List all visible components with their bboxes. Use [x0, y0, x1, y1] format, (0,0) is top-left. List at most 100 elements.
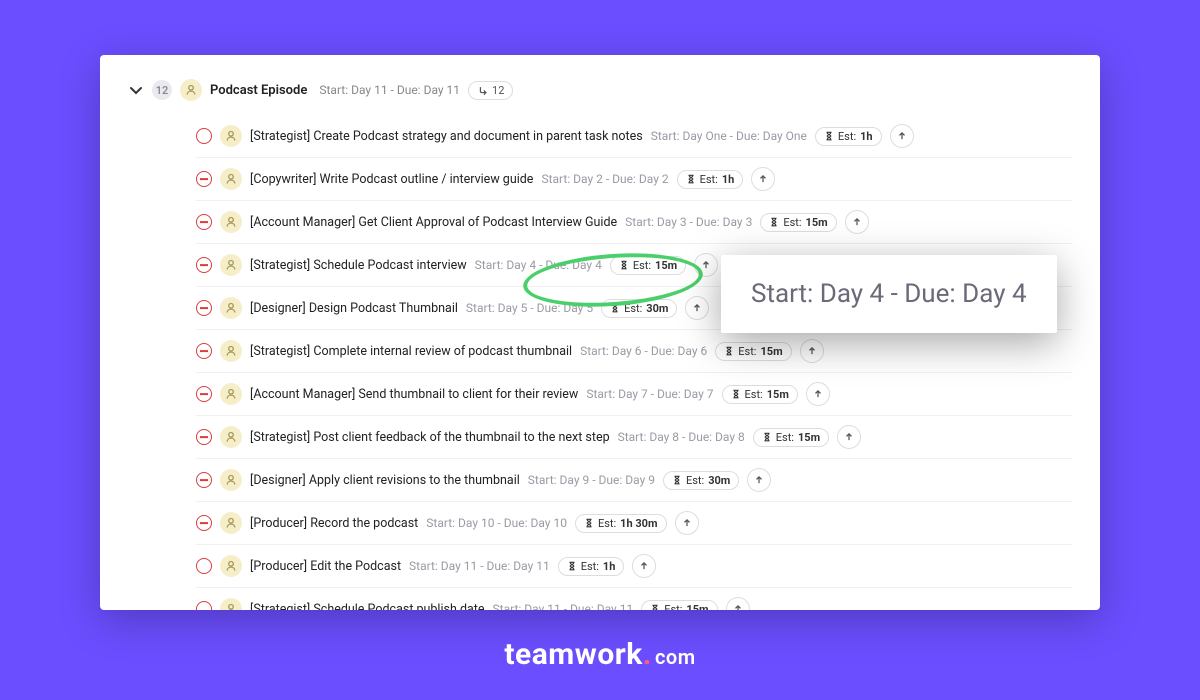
- task-title[interactable]: [Account Manager] Send thumbnail to clie…: [250, 387, 578, 402]
- complete-toggle[interactable]: [196, 429, 212, 445]
- move-up-button[interactable]: [800, 339, 824, 363]
- estimate-label: Est:: [624, 302, 642, 315]
- estimate-pill[interactable]: Est: 1h: [815, 127, 882, 146]
- task-title[interactable]: [Producer] Record the podcast: [250, 516, 418, 531]
- move-up-button[interactable]: [806, 382, 830, 406]
- complete-toggle[interactable]: [196, 128, 212, 144]
- estimate-pill[interactable]: Est: 15m: [753, 428, 829, 447]
- assignee-avatar[interactable]: [220, 469, 242, 491]
- estimate-pill[interactable]: Est: 15m: [641, 600, 717, 611]
- complete-toggle[interactable]: [196, 386, 212, 402]
- estimate-label: Est:: [686, 474, 704, 487]
- complete-toggle[interactable]: [196, 558, 212, 574]
- task-row[interactable]: [Account Manager] Send thumbnail to clie…: [196, 373, 1072, 416]
- estimate-label: Est:: [598, 517, 616, 530]
- group-dates: Start: Day 11 - Due: Day 11: [319, 83, 460, 97]
- move-up-button[interactable]: [694, 253, 718, 277]
- move-up-button[interactable]: [747, 468, 771, 492]
- teamwork-logo: teamwork.com: [504, 637, 695, 672]
- move-up-button[interactable]: [726, 597, 750, 610]
- complete-toggle[interactable]: [196, 472, 212, 488]
- task-title[interactable]: [Strategist] Schedule Podcast publish da…: [250, 602, 485, 611]
- move-up-button[interactable]: [675, 511, 699, 535]
- assignee-avatar[interactable]: [180, 79, 202, 101]
- subtask-count-chip[interactable]: 12: [468, 81, 513, 100]
- task-row[interactable]: [Strategist] Schedule Podcast publish da…: [196, 588, 1072, 610]
- estimate-pill[interactable]: Est: 1h: [558, 557, 625, 576]
- estimate-pill[interactable]: Est: 15m: [722, 385, 798, 404]
- estimate-pill[interactable]: Est: 15m: [760, 213, 836, 232]
- assignee-avatar[interactable]: [220, 512, 242, 534]
- assignee-avatar[interactable]: [220, 555, 242, 577]
- assignee-avatar[interactable]: [220, 254, 242, 276]
- task-row[interactable]: [Strategist] Complete internal review of…: [196, 330, 1072, 373]
- estimate-value: 30m: [646, 302, 668, 315]
- task-dates: Start: Day 7 - Due: Day 7: [586, 387, 713, 401]
- assignee-avatar[interactable]: [220, 297, 242, 319]
- assignee-avatar[interactable]: [220, 598, 242, 610]
- task-row[interactable]: [Strategist] Post client feedback of the…: [196, 416, 1072, 459]
- task-row[interactable]: [Producer] Edit the Podcast Start: Day 11…: [196, 545, 1072, 588]
- estimate-label: Est:: [700, 173, 718, 186]
- estimate-value: 15m: [686, 603, 708, 611]
- task-row[interactable]: [Strategist] Create Podcast strategy and…: [196, 115, 1072, 158]
- move-up-button[interactable]: [632, 554, 656, 578]
- move-up-button[interactable]: [685, 296, 709, 320]
- estimate-value: 30m: [708, 474, 730, 487]
- subtask-count-value: 12: [492, 84, 504, 97]
- task-dates: Start: Day One - Due: Day One: [651, 129, 807, 143]
- task-dates: Start: Day 11 - Due: Day 11: [409, 559, 550, 573]
- estimate-pill[interactable]: Est: 15m: [715, 342, 791, 361]
- task-row[interactable]: [Account Manager] Get Client Approval of…: [196, 201, 1072, 244]
- assignee-avatar[interactable]: [220, 211, 242, 233]
- assignee-avatar[interactable]: [220, 426, 242, 448]
- task-title[interactable]: [Producer] Edit the Podcast: [250, 559, 401, 574]
- task-title[interactable]: [Strategist] Create Podcast strategy and…: [250, 129, 643, 144]
- complete-toggle[interactable]: [196, 601, 212, 610]
- estimate-label: Est:: [664, 603, 682, 611]
- group-title[interactable]: Podcast Episode: [210, 83, 307, 98]
- move-up-button[interactable]: [845, 210, 869, 234]
- task-title[interactable]: [Strategist] Post client feedback of the…: [250, 430, 610, 445]
- complete-toggle[interactable]: [196, 171, 212, 187]
- estimate-pill[interactable]: Est: 30m: [601, 299, 677, 318]
- task-title[interactable]: [Designer] Design Podcast Thumbnail: [250, 301, 458, 316]
- task-row[interactable]: [Copywriter] Write Podcast outline / int…: [196, 158, 1072, 201]
- estimate-pill[interactable]: Est: 15m: [610, 256, 686, 275]
- assignee-avatar[interactable]: [220, 383, 242, 405]
- complete-toggle[interactable]: [196, 300, 212, 316]
- task-title[interactable]: [Strategist] Schedule Podcast interview: [250, 258, 467, 273]
- callout-popup: Start: Day 4 - Due: Day 4: [721, 255, 1057, 333]
- task-title[interactable]: [Strategist] Complete internal review of…: [250, 344, 572, 359]
- task-dates: Start: Day 11 - Due: Day 11: [493, 602, 634, 610]
- task-title[interactable]: [Account Manager] Get Client Approval of…: [250, 215, 617, 230]
- estimate-label: Est:: [633, 259, 651, 272]
- chevron-down-icon[interactable]: [128, 82, 144, 98]
- estimate-value: 1h: [603, 560, 615, 573]
- estimate-pill[interactable]: Est: 1h 30m: [575, 514, 667, 533]
- complete-toggle[interactable]: [196, 343, 212, 359]
- complete-toggle[interactable]: [196, 515, 212, 531]
- assignee-avatar[interactable]: [220, 125, 242, 147]
- complete-toggle[interactable]: [196, 214, 212, 230]
- assignee-avatar[interactable]: [220, 168, 242, 190]
- estimate-value: 15m: [760, 345, 782, 358]
- move-up-button[interactable]: [837, 425, 861, 449]
- move-up-button[interactable]: [751, 167, 775, 191]
- logo-dot: .: [643, 637, 652, 672]
- logo-com: com: [655, 645, 696, 669]
- estimate-value: 1h 30m: [620, 517, 657, 530]
- estimate-pill[interactable]: Est: 30m: [663, 471, 739, 490]
- estimate-value: 1h: [722, 173, 734, 186]
- move-up-button[interactable]: [890, 124, 914, 148]
- task-title[interactable]: [Copywriter] Write Podcast outline / int…: [250, 172, 533, 187]
- task-dates: Start: Day 5 - Due: Day 5: [466, 301, 593, 315]
- estimate-pill[interactable]: Est: 1h: [677, 170, 744, 189]
- logo-word: teamwork: [504, 637, 642, 672]
- task-row[interactable]: [Producer] Record the podcastStart: Day …: [196, 502, 1072, 545]
- task-row[interactable]: [Designer] Apply client revisions to the…: [196, 459, 1072, 502]
- task-title[interactable]: [Designer] Apply client revisions to the…: [250, 473, 520, 488]
- estimate-value: 15m: [767, 388, 789, 401]
- assignee-avatar[interactable]: [220, 340, 242, 362]
- complete-toggle[interactable]: [196, 257, 212, 273]
